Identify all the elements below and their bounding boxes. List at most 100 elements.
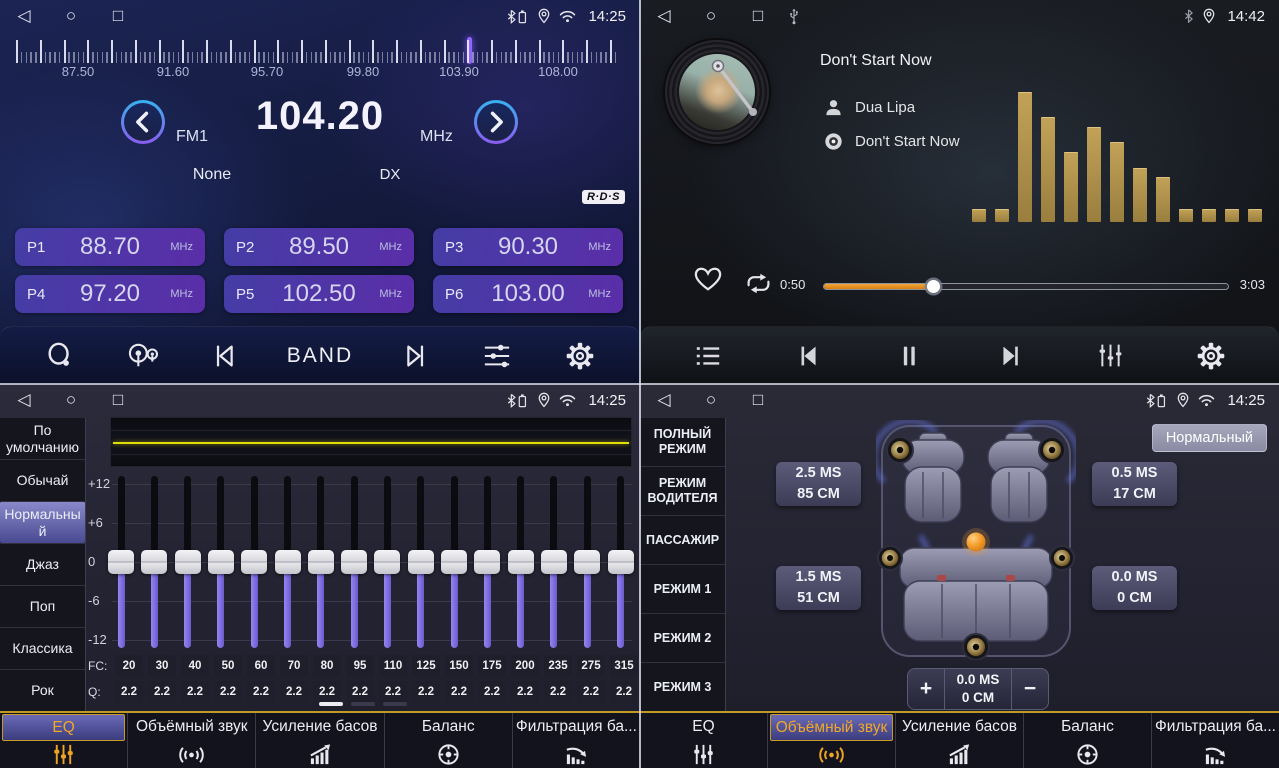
- slider-thumb[interactable]: [408, 550, 434, 574]
- slider-thumb[interactable]: [308, 550, 334, 574]
- fc-value[interactable]: 275: [577, 655, 605, 677]
- tab-bass-boost[interactable]: Усиление басов: [895, 713, 1023, 768]
- favorite-button[interactable]: [692, 265, 724, 293]
- q-value[interactable]: 2.2: [115, 681, 143, 703]
- surround-preset-button[interactable]: Нормальный: [1152, 424, 1267, 452]
- delay-rear-left-button[interactable]: 1.5 MS51 CM: [776, 566, 861, 610]
- decrease-delay-button[interactable]: −: [1012, 669, 1048, 709]
- progress-thumb[interactable]: [927, 280, 940, 293]
- next-station-button[interactable]: [392, 334, 436, 378]
- slider-thumb[interactable]: [108, 550, 134, 574]
- band-button[interactable]: BAND: [287, 334, 353, 378]
- tab-surround[interactable]: Объёмный звук: [767, 713, 895, 768]
- fc-value[interactable]: 80: [313, 655, 341, 677]
- q-value[interactable]: 2.2: [577, 681, 605, 703]
- eq-band-slider[interactable]: [241, 476, 267, 648]
- q-value[interactable]: 2.2: [313, 681, 341, 703]
- fc-value[interactable]: 110: [379, 655, 407, 677]
- equalizer-button[interactable]: [1088, 334, 1132, 378]
- slider-thumb[interactable]: [175, 550, 201, 574]
- radio-preset-button[interactable]: P289.50MHz: [224, 228, 414, 266]
- back-button[interactable]: ◁: [14, 385, 34, 415]
- page-dot[interactable]: [351, 702, 375, 706]
- back-button[interactable]: ◁: [654, 1, 674, 31]
- eq-preset-item[interactable]: Обычай: [0, 459, 85, 501]
- slider-thumb[interactable]: [374, 550, 400, 574]
- eq-band-slider[interactable]: [608, 476, 634, 648]
- eq-band-slider[interactable]: [508, 476, 534, 648]
- eq-band-slider[interactable]: [308, 476, 334, 648]
- q-value[interactable]: 2.2: [544, 681, 572, 703]
- page-dot-active[interactable]: [319, 702, 343, 706]
- eq-band-slider[interactable]: [341, 476, 367, 648]
- q-value[interactable]: 2.2: [148, 681, 176, 703]
- tab-filter[interactable]: Фильтрация ба...: [1151, 713, 1279, 768]
- q-value[interactable]: 2.2: [511, 681, 539, 703]
- back-button[interactable]: ◁: [654, 385, 674, 415]
- tab-bass-boost[interactable]: Усиление басов: [255, 713, 383, 768]
- tab-eq[interactable]: EQ: [0, 713, 127, 768]
- tab-balance[interactable]: Баланс: [384, 713, 512, 768]
- q-value[interactable]: 2.2: [412, 681, 440, 703]
- back-button[interactable]: ◁: [14, 1, 34, 31]
- surround-mode-item[interactable]: ПАССАЖИР: [640, 515, 725, 564]
- q-value[interactable]: 2.2: [478, 681, 506, 703]
- repeat-button[interactable]: [743, 270, 774, 297]
- surround-mode-item[interactable]: РЕЖИМ ВОДИТЕЛЯ: [640, 466, 725, 515]
- fc-value[interactable]: 200: [511, 655, 539, 677]
- recents-button[interactable]: □: [108, 1, 128, 31]
- slider-thumb[interactable]: [208, 550, 234, 574]
- q-value[interactable]: 2.2: [247, 681, 275, 703]
- eq-band-slider[interactable]: [541, 476, 567, 648]
- q-value[interactable]: 2.2: [280, 681, 308, 703]
- eq-preset-item[interactable]: Классика: [0, 627, 85, 669]
- home-button[interactable]: ○: [701, 385, 721, 415]
- slider-thumb[interactable]: [141, 550, 167, 574]
- fc-value[interactable]: 20: [115, 655, 143, 677]
- slider-thumb[interactable]: [574, 550, 600, 574]
- tune-up-button[interactable]: [474, 100, 518, 144]
- surround-mode-item[interactable]: РЕЖИМ 3: [640, 662, 725, 711]
- equalizer-button[interactable]: [475, 334, 519, 378]
- previous-station-button[interactable]: [204, 334, 248, 378]
- tab-balance[interactable]: Баланс: [1023, 713, 1151, 768]
- tab-filter[interactable]: Фильтрация ба...: [512, 713, 640, 768]
- next-track-button[interactable]: [988, 334, 1032, 378]
- slider-thumb[interactable]: [441, 550, 467, 574]
- slider-thumb[interactable]: [608, 550, 634, 574]
- previous-track-button[interactable]: [787, 334, 831, 378]
- scan-button[interactable]: [38, 334, 82, 378]
- eq-band-slider[interactable]: [208, 476, 234, 648]
- eq-band-slider[interactable]: [141, 476, 167, 648]
- eq-band-slider[interactable]: [474, 476, 500, 648]
- q-value[interactable]: 2.2: [214, 681, 242, 703]
- settings-button[interactable]: [558, 334, 602, 378]
- radio-preset-button[interactable]: P497.20MHz: [15, 275, 205, 313]
- settings-button[interactable]: [1189, 334, 1233, 378]
- slider-thumb[interactable]: [541, 550, 567, 574]
- eq-band-slider[interactable]: [275, 476, 301, 648]
- q-value[interactable]: 2.2: [610, 681, 638, 703]
- slider-thumb[interactable]: [275, 550, 301, 574]
- fc-value[interactable]: 50: [214, 655, 242, 677]
- eq-band-slider[interactable]: [108, 476, 134, 648]
- eq-preset-item[interactable]: Рок: [0, 669, 85, 711]
- slider-thumb[interactable]: [241, 550, 267, 574]
- slider-thumb[interactable]: [474, 550, 500, 574]
- broadcast-button[interactable]: [121, 334, 165, 378]
- eq-band-slider[interactable]: [374, 476, 400, 648]
- eq-preset-item[interactable]: По умолчанию: [0, 418, 85, 459]
- q-value[interactable]: 2.2: [445, 681, 473, 703]
- fc-value[interactable]: 125: [412, 655, 440, 677]
- slider-thumb[interactable]: [341, 550, 367, 574]
- fc-value[interactable]: 235: [544, 655, 572, 677]
- eq-preset-item[interactable]: Джаз: [0, 543, 85, 585]
- home-button[interactable]: ○: [701, 1, 721, 31]
- eq-preset-item[interactable]: Нормальный: [0, 501, 85, 543]
- recents-button[interactable]: □: [108, 385, 128, 415]
- recents-button[interactable]: □: [748, 1, 768, 31]
- pause-button[interactable]: [887, 334, 931, 378]
- surround-mode-item[interactable]: ПОЛНЫЙ РЕЖИМ: [640, 418, 725, 466]
- tab-surround[interactable]: Объёмный звук: [127, 713, 255, 768]
- eq-band-slider[interactable]: [441, 476, 467, 648]
